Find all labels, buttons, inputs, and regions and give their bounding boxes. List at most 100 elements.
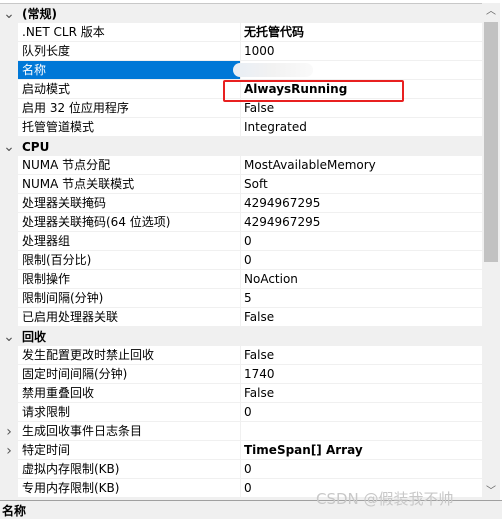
property-value[interactable]: 5: [241, 289, 482, 308]
property-name[interactable]: 启用 32 位应用程序: [18, 99, 241, 118]
property-value[interactable]: NoAction: [241, 270, 482, 289]
chevron-right-icon[interactable]: ›: [0, 422, 18, 441]
property-row[interactable]: 发生配置更改时禁止回收 False: [0, 346, 482, 365]
property-name[interactable]: 限制间隔(分钟): [18, 289, 241, 308]
property-name[interactable]: 固定时间间隔(分钟): [18, 365, 241, 384]
row-gutter: [0, 61, 18, 80]
property-value[interactable]: 0: [241, 403, 482, 422]
row-gutter: [0, 403, 18, 422]
property-name[interactable]: 处理器组: [18, 232, 241, 251]
property-name[interactable]: 特定时间: [18, 441, 241, 460]
blurred-value: [233, 63, 313, 77]
property-name[interactable]: 名称: [18, 61, 241, 80]
property-name[interactable]: 处理器关联掩码(64 位选项): [18, 213, 241, 232]
property-value[interactable]: False: [241, 384, 482, 403]
property-row[interactable]: 处理器组 0: [0, 232, 482, 251]
property-value[interactable]: TimeSpan[] Array: [241, 441, 482, 460]
row-gutter: [0, 118, 18, 137]
row-gutter: [0, 384, 18, 403]
property-name[interactable]: 虚拟内存限制(KB): [18, 460, 241, 479]
property-value[interactable]: 4294967295: [241, 213, 482, 232]
property-value[interactable]: 0: [241, 232, 482, 251]
property-name[interactable]: 托管管道模式: [18, 118, 241, 137]
row-gutter: [0, 270, 18, 289]
chevron-down-icon[interactable]: ⌄: [0, 137, 18, 156]
property-value[interactable]: 1000: [241, 42, 482, 61]
property-name[interactable]: 禁用重叠回收: [18, 384, 241, 403]
row-gutter: [0, 289, 18, 308]
highlight-box: [223, 80, 404, 102]
property-value[interactable]: [241, 422, 482, 441]
property-row[interactable]: 已启用处理器关联 False: [0, 308, 482, 327]
property-value[interactable]: False: [241, 346, 482, 365]
property-row[interactable]: › 特定时间 TimeSpan[] Array: [0, 441, 482, 460]
property-row[interactable]: › 生成回收事件日志条目: [0, 422, 482, 441]
row-gutter: [0, 213, 18, 232]
property-row[interactable]: NUMA 节点分配 MostAvailableMemory: [0, 156, 482, 175]
row-gutter: [0, 479, 18, 498]
property-value[interactable]: MostAvailableMemory: [241, 156, 482, 175]
category-row[interactable]: ⌄ CPU: [0, 137, 482, 156]
property-row[interactable]: NUMA 节点关联模式 Soft: [0, 175, 482, 194]
row-gutter: [0, 42, 18, 61]
property-value[interactable]: 0: [241, 251, 482, 270]
property-row[interactable]: 限制间隔(分钟) 5: [0, 289, 482, 308]
row-gutter: [0, 365, 18, 384]
property-row[interactable]: 队列长度 1000: [0, 42, 482, 61]
property-value[interactable]: Soft: [241, 175, 482, 194]
property-row[interactable]: 处理器关联掩码 4294967295: [0, 194, 482, 213]
property-value[interactable]: 无托管代码: [241, 23, 482, 42]
property-name[interactable]: 限制操作: [18, 270, 241, 289]
row-gutter: [0, 80, 18, 99]
category-row[interactable]: ⌄ 回收: [0, 327, 482, 346]
scroll-up-icon[interactable]: ︿: [482, 3, 500, 20]
row-gutter: [0, 194, 18, 213]
property-name[interactable]: 请求限制: [18, 403, 241, 422]
row-gutter: [0, 175, 18, 194]
property-row[interactable]: 处理器关联掩码(64 位选项) 4294967295: [0, 213, 482, 232]
property-row[interactable]: 名称: [0, 61, 482, 80]
property-row[interactable]: 虚拟内存限制(KB) 0: [0, 460, 482, 479]
property-name[interactable]: 发生配置更改时禁止回收: [18, 346, 241, 365]
scrollbar-thumb[interactable]: [484, 22, 498, 262]
property-value[interactable]: 4294967295: [241, 194, 482, 213]
property-name[interactable]: 限制(百分比): [18, 251, 241, 270]
row-gutter: [0, 232, 18, 251]
property-row[interactable]: 固定时间间隔(分钟) 1740: [0, 365, 482, 384]
row-gutter: [0, 308, 18, 327]
category-label: CPU: [22, 139, 50, 154]
watermark: CSDN @假装我不帅: [316, 490, 454, 508]
property-name[interactable]: 专用内存限制(KB): [18, 479, 241, 498]
chevron-right-icon[interactable]: ›: [0, 441, 18, 460]
row-gutter: [0, 460, 18, 479]
property-value[interactable]: Integrated: [241, 118, 482, 137]
property-name[interactable]: NUMA 节点分配: [18, 156, 241, 175]
property-row[interactable]: 托管管道模式 Integrated: [0, 118, 482, 137]
property-name[interactable]: 生成回收事件日志条目: [18, 422, 241, 441]
property-value[interactable]: False: [241, 308, 482, 327]
property-name[interactable]: 启动模式: [18, 80, 241, 99]
property-row[interactable]: 请求限制 0: [0, 403, 482, 422]
property-name[interactable]: NUMA 节点关联模式: [18, 175, 241, 194]
category-label: 回收: [22, 330, 47, 344]
row-gutter: [0, 346, 18, 365]
property-grid: ⌄ (常规) .NET CLR 版本 无托管代码 队列长度 1000 名称 启动模式 Alway…: [0, 3, 482, 501]
property-name[interactable]: 处理器关联掩码: [18, 194, 241, 213]
property-row[interactable]: 限制操作 NoAction: [0, 270, 482, 289]
property-name[interactable]: .NET CLR 版本: [18, 23, 241, 42]
scrollbar[interactable]: ︿ ﹀: [482, 3, 500, 500]
chevron-down-icon[interactable]: ⌄: [0, 327, 18, 346]
property-row[interactable]: 禁用重叠回收 False: [0, 384, 482, 403]
category-label: (常规): [22, 7, 57, 21]
property-row[interactable]: 限制(百分比) 0: [0, 251, 482, 270]
category-row[interactable]: ⌄ (常规): [0, 4, 482, 23]
row-gutter: [0, 251, 18, 270]
row-gutter: [0, 23, 18, 42]
scroll-down-icon[interactable]: ﹀: [482, 483, 500, 500]
property-row[interactable]: .NET CLR 版本 无托管代码: [0, 23, 482, 42]
property-name[interactable]: 已启用处理器关联: [18, 308, 241, 327]
property-value[interactable]: 0: [241, 460, 482, 479]
chevron-down-icon[interactable]: ⌄: [0, 4, 18, 23]
property-name[interactable]: 队列长度: [18, 42, 241, 61]
property-value[interactable]: 1740: [241, 365, 482, 384]
